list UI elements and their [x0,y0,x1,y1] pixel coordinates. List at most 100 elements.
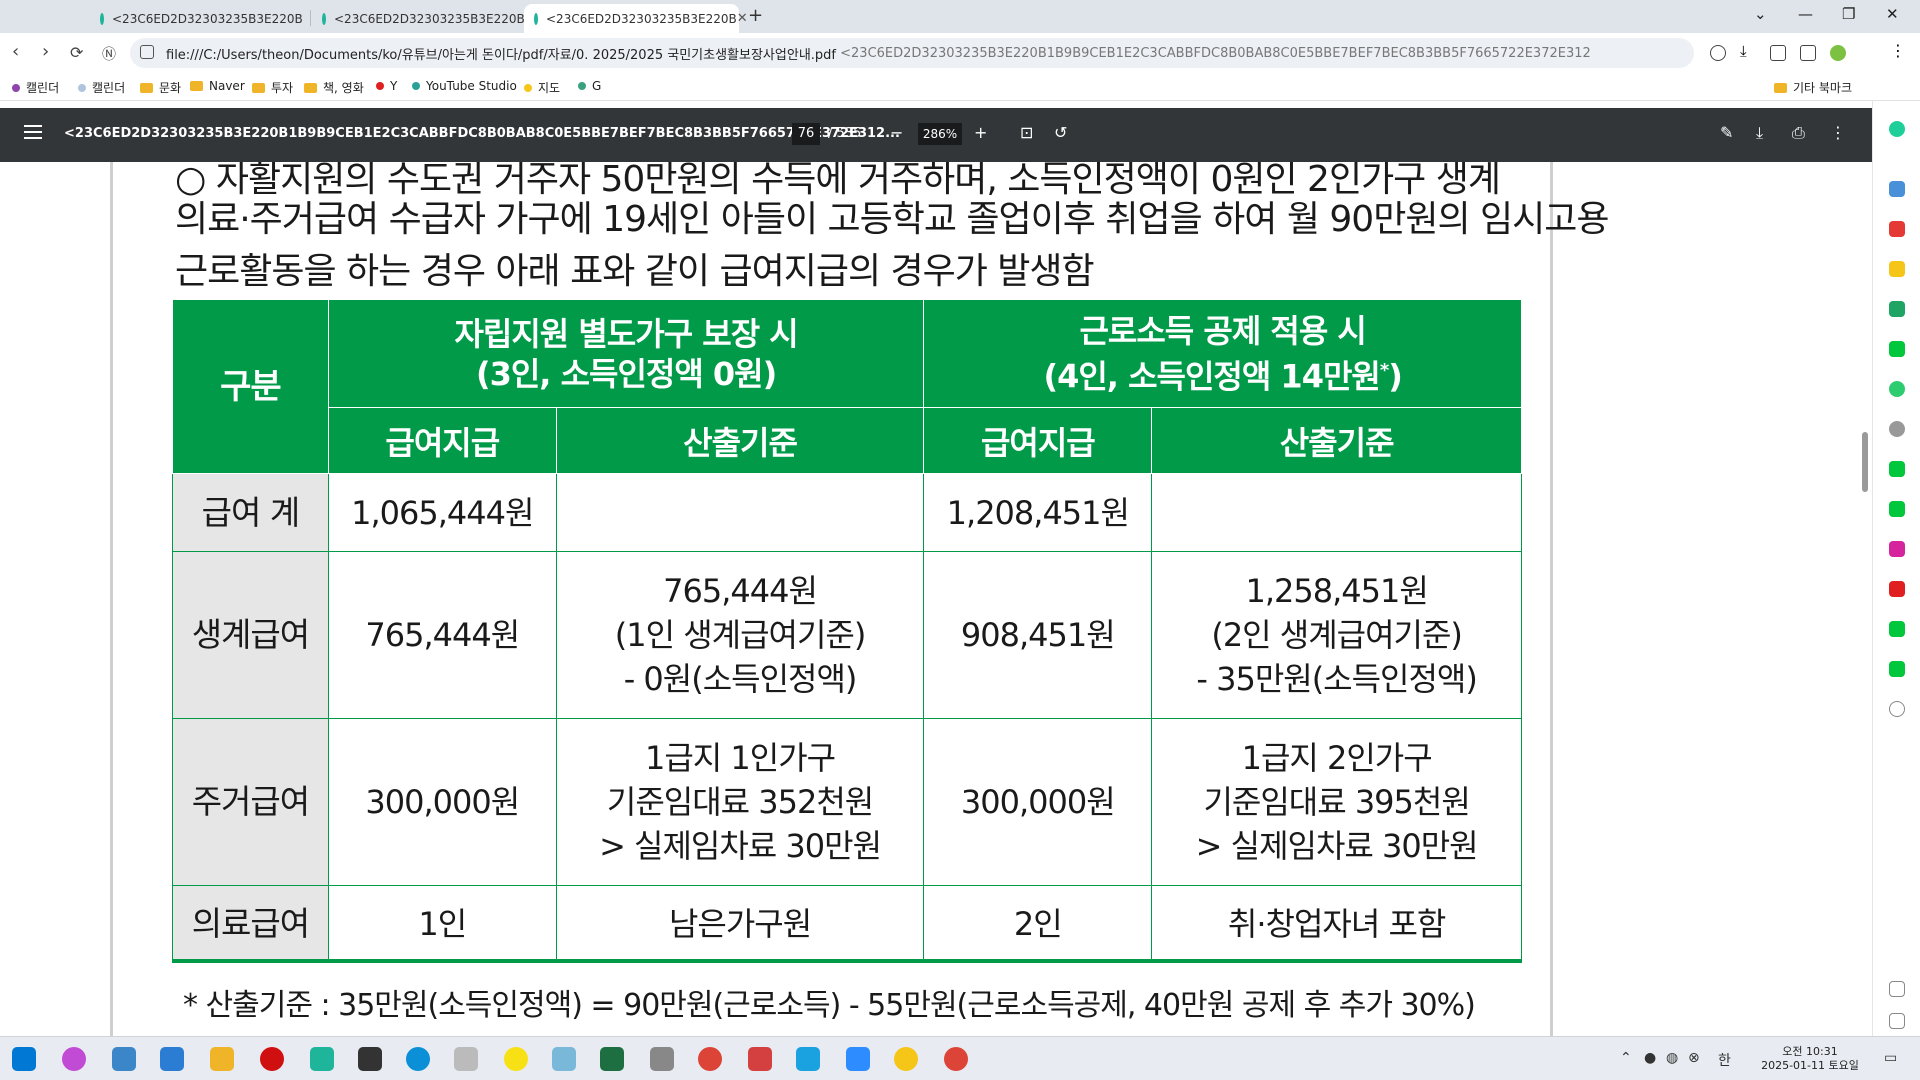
browser-tab-3-active[interactable]: <23C6ED2D32303235B3E220B ✕ [524,4,748,33]
address-bar[interactable]: file:///C:/Users/theon/Documents/ko/유튜브/… [130,38,1694,68]
sidebar-toggle-icon[interactable] [1800,45,1816,61]
bookmark-item[interactable]: G [578,79,601,93]
folder-icon [252,82,265,93]
pdf-menu-icon[interactable] [24,125,42,143]
edge-icon[interactable] [406,1047,430,1071]
basis-cell [555,473,925,552]
pdf-more-icon[interactable]: ⋮ [1830,123,1846,142]
panel-settings-icon[interactable] [1889,1013,1905,1029]
sidebar-app-icon[interactable] [1889,221,1905,237]
bookmark-item[interactable]: 캘린더 [78,79,125,96]
taskbar-app-icon[interactable] [454,1047,478,1071]
file-explorer-icon[interactable] [210,1047,234,1071]
media-icon[interactable] [1770,45,1786,61]
sidebar-app-icon[interactable] [1889,381,1905,397]
clock[interactable]: 오전 10:31 2025-01-11 토요일 [1750,1045,1870,1073]
zoom-out-icon[interactable]: − [890,123,903,142]
forward-arrow-icon[interactable]: › [42,41,49,62]
zoom-level-input[interactable]: 286% [918,123,962,145]
bookmark-folder[interactable]: 책, 영화 [304,79,364,96]
site-info-icon[interactable] [140,45,154,59]
annotate-pen-icon[interactable]: ✎ [1720,123,1733,142]
pdf-viewer[interactable]: ○ 자활지원의 수도권 거주자 50만원의 수득에 거주하며, 소득인정액이 0… [0,162,1872,1036]
rotate-icon[interactable]: ↺ [1054,123,1067,142]
browser-tab-1[interactable]: <23C6ED2D32303235B3E220B [90,4,305,33]
other-bookmarks-folder[interactable]: 기타 북마크 [1774,79,1852,96]
tab-search-chevron-icon[interactable]: ⌄ [1754,5,1767,23]
bookmark-folder[interactable]: 투자 [252,79,293,96]
bookmark-item[interactable]: Y [376,79,397,93]
sidebar-app-icon[interactable] [1889,301,1905,317]
taskbar-app-icon[interactable] [112,1047,136,1071]
zoom-app-icon[interactable] [846,1047,870,1071]
copilot-taskbar-icon[interactable] [62,1047,86,1071]
taskbar-app-icon[interactable] [160,1047,184,1071]
taskbar-app-icon[interactable] [894,1047,918,1071]
calculator-icon[interactable] [650,1047,674,1071]
profile-avatar-icon[interactable] [1830,45,1846,61]
tab-strip: <23C6ED2D32303235B3E220B <23C6ED2D323032… [0,0,1920,33]
play-icon[interactable] [1889,501,1905,517]
row-header: 주거급여 [172,718,329,886]
notification-icon[interactable]: ▭ [1884,1050,1897,1066]
minimize-window-icon[interactable]: — [1798,5,1813,23]
restore-window-icon[interactable]: ❐ [1842,5,1855,23]
extension-n-icon[interactable]: Ⓝ [102,44,116,64]
youtube-icon[interactable] [1889,581,1905,597]
sidebar-app-icon[interactable] [1889,421,1905,437]
instagram-icon[interactable] [1889,541,1905,557]
taskbar-app-icon[interactable] [552,1047,576,1071]
fit-page-icon[interactable]: ⊡ [1020,123,1033,142]
sidebar-app-icon[interactable] [1889,261,1905,277]
sidebar-app-icon[interactable] [1889,181,1905,197]
close-tab-icon[interactable]: ✕ [737,11,748,26]
sidebar-app-icon[interactable] [1889,661,1905,677]
record-icon[interactable] [260,1047,284,1071]
close-window-icon[interactable]: ✕ [1886,5,1899,23]
bookmark-item[interactable]: YouTube Studio [412,79,517,93]
pay-cell: 1,065,444원 [327,473,557,552]
group-header-independent: 자립지원 별도가구 보장 시 (3인, 소득인정액 0원) [327,299,925,408]
back-arrow-icon[interactable]: ‹ [12,41,19,62]
kakaotalk-icon[interactable] [504,1047,528,1071]
page-number-input[interactable]: 76 [792,123,820,145]
chrome-icon[interactable] [698,1047,722,1071]
taskbar-app-icon[interactable] [310,1047,334,1071]
reload-icon[interactable]: ⟳ [70,43,83,62]
sidebar-app-icon[interactable] [1889,461,1905,477]
taskbar-app-icon[interactable] [796,1047,820,1071]
sidebar-app-icon[interactable] [1889,341,1905,357]
bookmark-folder[interactable]: 문화 [140,79,181,96]
new-tab-button[interactable]: + [748,5,763,26]
ime-indicator[interactable]: 한 [1718,1050,1731,1070]
calendar-icon [78,83,86,92]
excel-icon[interactable] [600,1047,624,1071]
row-header: 생계급여 [172,551,329,719]
scrollbar-thumb[interactable] [1862,432,1868,492]
taskbar-app-icon[interactable] [358,1047,382,1071]
table-bottom-rule [172,959,1522,963]
browser-tab-2[interactable]: <23C6ED2D32303235B3E220B [312,4,525,33]
taskbar-app-icon[interactable] [748,1047,772,1071]
sidebar-app-icon[interactable] [1889,621,1905,637]
zoom-in-icon[interactable]: + [974,123,987,142]
add-app-icon[interactable] [1889,701,1905,717]
microphone-icon[interactable]: ● [1644,1050,1656,1066]
tray-icon[interactable]: ⊗ [1688,1050,1700,1066]
tray-chevron-icon[interactable]: ⌃ [1620,1050,1632,1066]
chrome-icon[interactable] [944,1047,968,1071]
copilot-icon[interactable] [1889,121,1905,137]
external-link-icon[interactable] [1889,981,1905,997]
extensions-puzzle-icon[interactable] [1710,45,1726,61]
windows-start-icon[interactable] [12,1047,36,1071]
bookmark-item[interactable]: 캘린더 [12,79,59,96]
download-icon[interactable]: ⤓ [1740,42,1756,60]
more-menu-icon[interactable]: ⋮ [1890,41,1906,60]
print-icon[interactable]: ⎙ [1792,123,1805,143]
page-favicon-icon [100,12,104,25]
pdf-download-icon[interactable]: ⤓ [1756,123,1763,143]
tray-icon[interactable]: ◍ [1666,1050,1678,1066]
bookmark-folder[interactable]: Naver [190,79,245,93]
bookmark-item[interactable]: 지도 [524,79,560,96]
table-corner-header: 구분 [172,299,329,474]
